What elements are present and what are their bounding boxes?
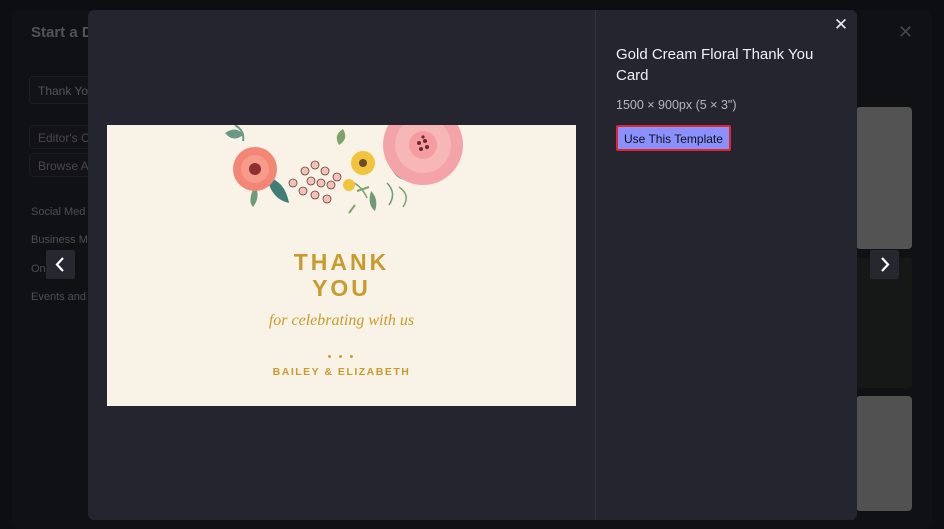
chevron-left-icon [55, 257, 64, 272]
modal-divider [595, 10, 596, 520]
chevron-right-icon [881, 257, 890, 272]
previous-template-button[interactable] [46, 250, 75, 279]
template-info-panel: Gold Cream Floral Thank You Card 1500 × … [616, 44, 836, 151]
card-names: BAILEY & ELIZABETH [272, 366, 411, 378]
card-dots: • • • [327, 351, 356, 363]
card-subtitle: for celebrating with us [268, 312, 415, 329]
floral-wreath-illustration [225, 125, 463, 214]
template-title: Gold Cream Floral Thank You Card [616, 46, 814, 84]
close-icon[interactable]: ✕ [832, 16, 850, 34]
use-this-template-button[interactable]: Use This Template [616, 125, 731, 151]
card-thank-line: THANK [293, 249, 390, 275]
template-card-preview[interactable]: THANK YOU for celebrating with us • • • … [107, 125, 576, 406]
card-you-line: YOU [312, 275, 371, 301]
template-size: 1500 × 900px (5 × 3") [616, 98, 737, 112]
next-template-button[interactable] [870, 250, 899, 279]
